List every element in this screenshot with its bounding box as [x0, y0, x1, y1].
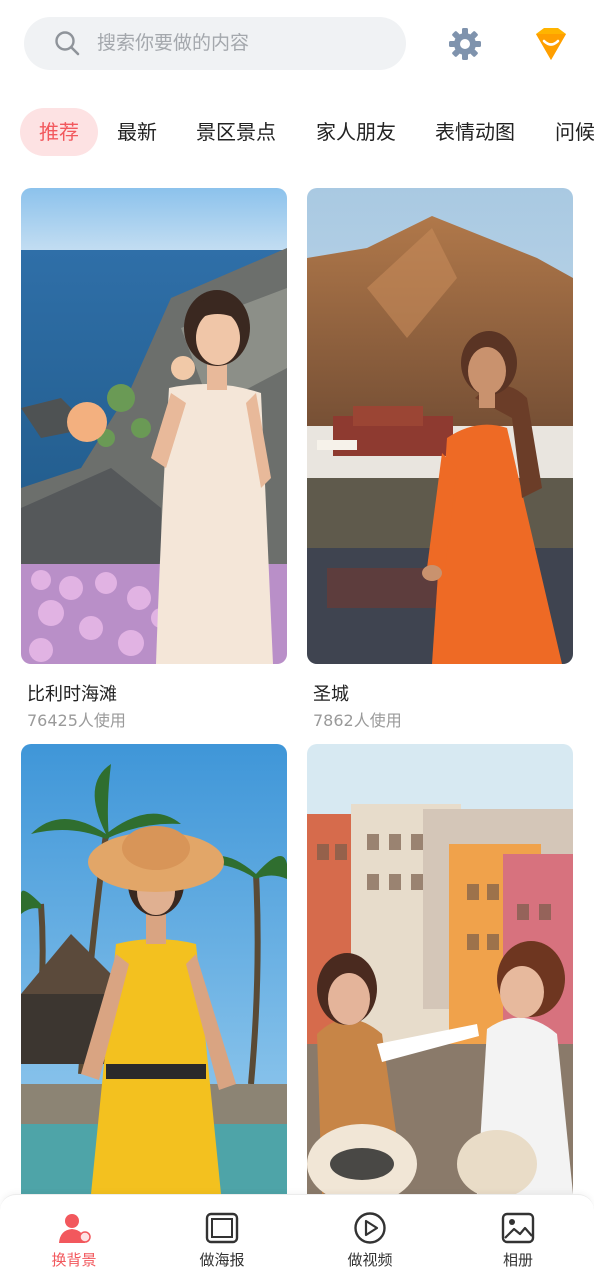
search-placeholder: 搜索你要做的内容	[97, 32, 250, 54]
nav-label: 换背景	[51, 1251, 97, 1269]
gear-icon[interactable]	[446, 25, 484, 63]
bottom-nav: 换背景 做海报 做视频 相册	[0, 1194, 594, 1280]
vip-crown-icon[interactable]	[530, 24, 572, 66]
person-swap-icon	[57, 1211, 91, 1245]
template-card[interactable]	[307, 744, 573, 1194]
template-card[interactable]	[21, 744, 287, 1194]
poster-frame-icon	[205, 1211, 239, 1245]
template-thumbnail[interactable]	[21, 744, 287, 1194]
play-circle-icon	[353, 1211, 387, 1245]
search-input[interactable]: 搜索你要做的内容	[24, 17, 406, 70]
tab-stickers[interactable]: 表情动图	[435, 108, 515, 156]
nav-make-poster[interactable]: 做海报	[148, 1195, 296, 1280]
header: 搜索你要做的内容	[0, 0, 594, 95]
template-thumbnail[interactable]	[307, 744, 573, 1194]
nav-album[interactable]: 相册	[444, 1195, 592, 1280]
category-tabs: 推荐 最新 景区景点 家人朋友 表情动图 问候	[0, 108, 594, 158]
template-title: 比利时海滩	[27, 684, 117, 705]
nav-change-background[interactable]: 换背景	[0, 1195, 148, 1280]
template-thumbnail[interactable]	[21, 188, 287, 664]
template-usage-count: 76425人使用	[27, 711, 126, 730]
template-card[interactable]: 圣城 7862人使用	[307, 188, 573, 733]
nav-label: 做海报	[199, 1251, 245, 1269]
tab-greetings[interactable]: 问候	[555, 108, 594, 156]
nav-make-video[interactable]: 做视频	[296, 1195, 444, 1280]
tab-family-friends[interactable]: 家人朋友	[316, 108, 396, 156]
template-usage-count: 7862人使用	[313, 711, 402, 730]
search-icon	[54, 30, 80, 56]
tab-recommend[interactable]: 推荐	[20, 108, 98, 156]
template-card[interactable]: 比利时海滩 76425人使用	[21, 188, 287, 733]
nav-label: 相册	[502, 1251, 533, 1269]
tab-scenic-spots[interactable]: 景区景点	[196, 108, 276, 156]
photo-album-icon	[501, 1211, 535, 1245]
nav-label: 做视频	[347, 1251, 393, 1269]
tab-latest[interactable]: 最新	[117, 108, 157, 156]
template-title: 圣城	[313, 684, 349, 705]
template-thumbnail[interactable]	[307, 188, 573, 664]
